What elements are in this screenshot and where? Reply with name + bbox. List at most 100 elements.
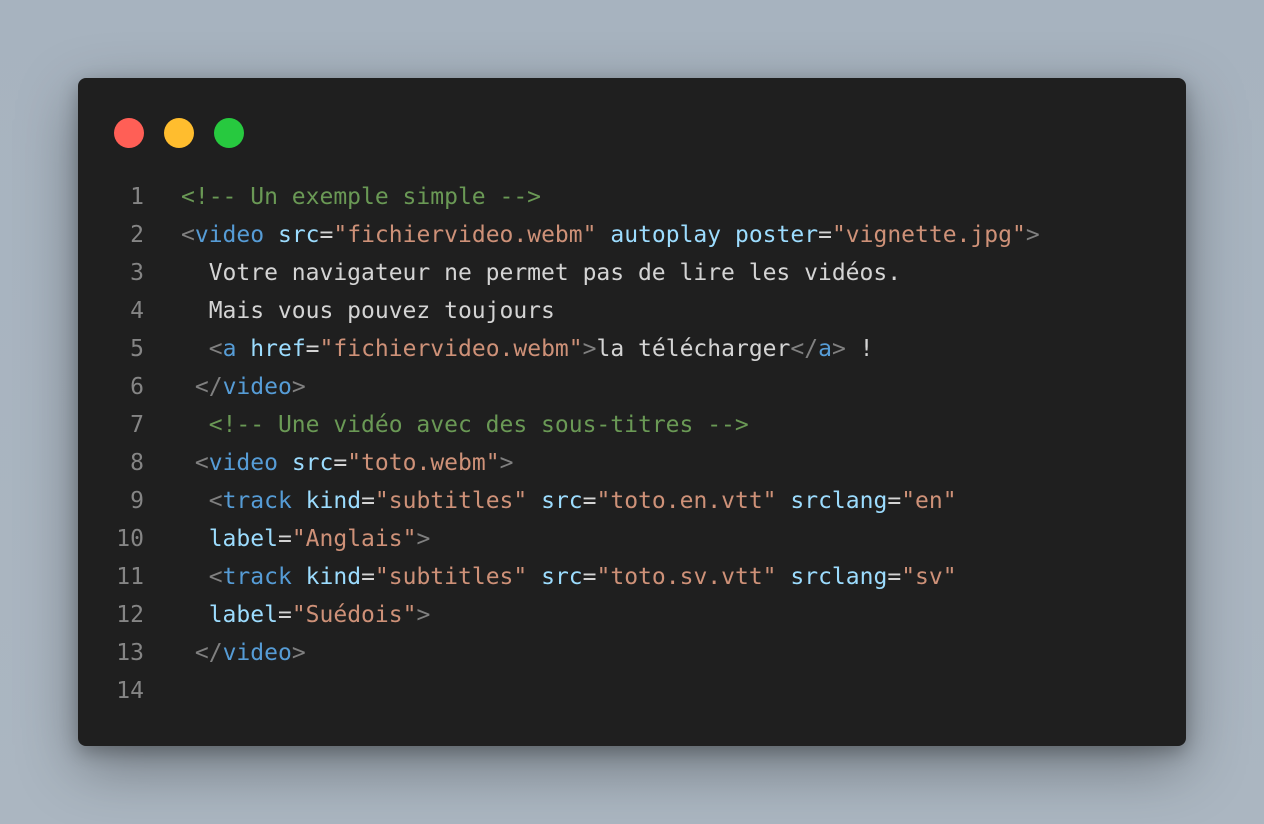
code-window: 1 <!-- Un exemple simple --> 2 <video src="… [78,78,1186,746]
code-tag-name: track [222,488,292,514]
code-attribute: src [541,564,583,590]
line-number: 4 [130,298,144,324]
code-line: 1 <!-- Un exemple simple --> [78,178,1186,216]
code-text: = [277,602,292,628]
code-punctuation: </ [194,640,223,666]
code-line: 2 <video src="fichiervideo.webm" autoplay… [78,216,1186,254]
code-line: 13 </video> [78,634,1186,672]
maximize-button[interactable] [214,118,244,148]
code-string: "toto.webm" [347,450,500,476]
code-attribute: label [208,602,278,628]
line-source: <track kind="subtitles" src="toto.en.vtt… [181,482,957,520]
code-attribute: src [541,488,583,514]
code-string: "sv" [901,564,957,590]
line-number: 3 [130,260,144,286]
line-source: label="Anglais"> [181,520,431,558]
code-string: "en" [901,488,957,514]
code-tag-name: a [222,336,237,362]
code-punctuation: < [208,336,223,362]
code-punctuation: > [416,526,431,552]
code-text: = [319,222,334,248]
code-text: = [277,526,292,552]
code-string: "vignette.jpg" [831,222,1026,248]
code-line: 3 Votre navigateur ne permet pas de lire… [78,254,1186,292]
line-source: <a href="fichiervideo.webm">la télécharg… [181,330,874,368]
line-number: 9 [130,488,144,514]
line-source: label="Suédois"> [181,596,431,634]
code-string: "fichiervideo.webm" [319,336,583,362]
code-attribute: label [208,526,278,552]
code-text: = [361,488,375,514]
line-source: <video src="toto.webm"> [181,444,514,482]
code-tag-name: video [222,374,292,400]
line-source: <!-- Une vidéo avec des sous-titres --> [181,406,749,444]
code-line: 6 </video> [78,368,1186,406]
code-line: 8 <video src="toto.webm"> [78,444,1186,482]
code-text: = [333,450,348,476]
line-number: 10 [116,526,144,552]
code-string: "subtitles" [374,488,528,514]
code-attribute: kind [305,488,362,514]
code-attribute: poster [734,222,819,248]
code-text: = [305,336,320,362]
code-line: 12 label="Suédois"> [78,596,1186,634]
close-button[interactable] [114,118,144,148]
code-line: 7 <!-- Une vidéo avec des sous-titres --… [78,406,1186,444]
code-text: Votre navigateur ne permet pas de lire l… [181,260,902,286]
code-tag-name: a [818,336,832,362]
code-tag-name: video [222,640,292,666]
code-punctuation: </ [790,336,819,362]
code-punctuation: > [582,336,597,362]
code-punctuation: > [416,602,431,628]
code-punctuation: > [291,374,306,400]
code-string: "Anglais" [291,526,417,552]
code-attribute: srclang [790,488,888,514]
code-text: = [818,222,832,248]
line-number: 13 [116,640,144,666]
code-punctuation: > [831,336,846,362]
code-string: "Suédois" [291,602,417,628]
code-attribute: kind [305,564,362,590]
code-punctuation: > [1025,222,1040,248]
code-line: 9 <track kind="subtitles" src="toto.en.v… [78,482,1186,520]
line-source: Votre navigateur ne permet pas de lire l… [181,254,901,292]
line-number: 1 [130,184,144,210]
line-source: </video> [181,634,306,672]
line-source: </video> [181,368,306,406]
code-comment: <!-- Une vidéo avec des sous-titres --> [208,412,749,438]
code-editor[interactable]: 1 <!-- Un exemple simple --> 2 <video src="… [78,178,1186,710]
line-number: 6 [130,374,144,400]
line-number: 8 [130,450,144,476]
line-source: <track kind="subtitles" src="toto.sv.vtt… [181,558,957,596]
code-line: 14 [78,672,1186,710]
code-text: la télécharger [596,336,791,362]
code-string: "toto.en.vtt" [596,488,777,514]
line-number: 2 [130,222,144,248]
code-comment: <!-- Un exemple simple --> [181,184,542,210]
line-number: 5 [130,336,144,362]
line-number: 14 [116,678,144,704]
line-number: 7 [130,412,144,438]
code-attribute: srclang [790,564,888,590]
code-tag-name: video [208,450,278,476]
code-attribute: href [250,336,306,362]
code-punctuation: < [208,488,223,514]
code-string: "subtitles" [374,564,528,590]
minimize-button[interactable] [164,118,194,148]
code-punctuation: < [208,564,223,590]
code-attribute: src [277,222,320,248]
code-text: = [887,564,902,590]
code-tag-name: video [194,222,265,248]
